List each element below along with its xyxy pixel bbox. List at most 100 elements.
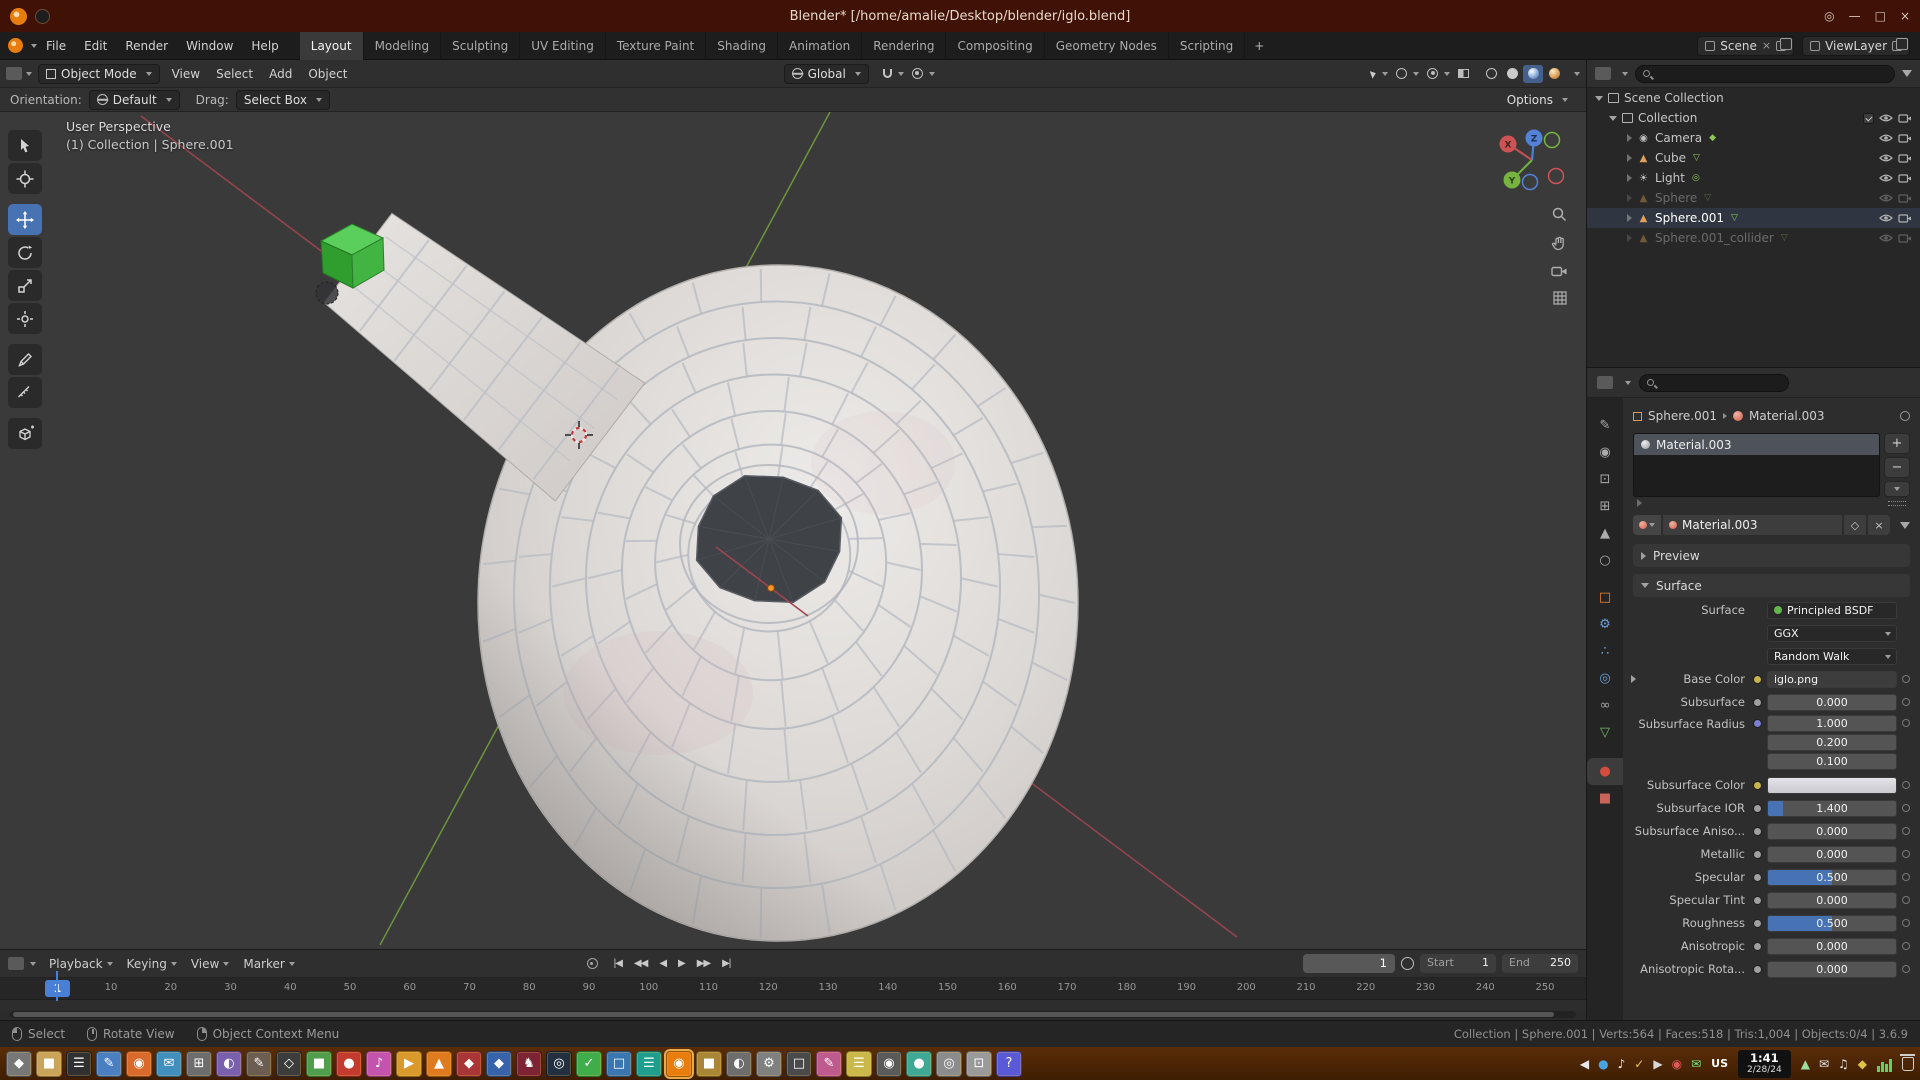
animate-dot[interactable] (1902, 919, 1910, 927)
tool-scale[interactable] (8, 270, 42, 301)
material-slot-list[interactable]: Material.003 (1633, 433, 1880, 497)
subsurface-color-swatch[interactable] (1767, 777, 1897, 794)
scrollbar-thumb[interactable] (13, 1012, 1554, 1017)
workspace-tab[interactable]: Sculpting (441, 32, 520, 60)
add-workspace-button[interactable]: + (1245, 39, 1273, 53)
tool-add-primitive[interactable] (8, 418, 42, 449)
end-frame-field[interactable]: End 250 (1502, 954, 1578, 973)
disable-in-renders-icon[interactable] (1898, 133, 1912, 143)
viewport-menu-item[interactable]: Add (261, 63, 300, 85)
properties-tab[interactable]: ∞ (1587, 692, 1623, 719)
disclosure-icon[interactable] (1627, 174, 1632, 182)
properties-tab[interactable]: □ (1587, 584, 1623, 611)
workspace-tab[interactable]: Geometry Nodes (1045, 32, 1169, 60)
trash-icon[interactable] (1902, 1057, 1914, 1071)
outliner-object-row[interactable]: ◉ Camera ◆ (1587, 128, 1920, 148)
disclosure-icon[interactable] (1627, 214, 1632, 222)
viewport-3d[interactable]: User Perspective (1) Collection | Sphere… (0, 112, 1586, 949)
breadcrumb-object[interactable]: Sphere.001 (1648, 409, 1717, 423)
workspace-tab[interactable]: Scripting (1169, 32, 1245, 60)
outliner-object-row[interactable]: ▲ Cube ▽ (1587, 148, 1920, 168)
transform-orientation-dropdown[interactable]: Global (784, 64, 869, 84)
remove-material-slot-button[interactable]: − (1884, 457, 1910, 478)
show-gizmo-toggle[interactable] (1392, 66, 1423, 81)
vector-component-field[interactable]: 0.200 (1767, 734, 1897, 751)
disclosure-icon[interactable] (1609, 116, 1617, 121)
taskbar-app-icon[interactable]: ⊞ (186, 1051, 212, 1077)
tray-icon[interactable]: ◆ (1858, 1057, 1867, 1071)
timeline-menu-item[interactable]: Keying (120, 954, 184, 974)
value-slider[interactable]: 0.000 (1767, 961, 1897, 978)
animate-dot[interactable] (1902, 675, 1910, 683)
workspace-tab[interactable]: Compositing (946, 32, 1044, 60)
tool-select-box[interactable] (8, 130, 42, 161)
outliner-object-row[interactable]: ▲ Sphere.001 ▽ (1587, 208, 1920, 228)
taskbar-app-icon[interactable]: ♞ (516, 1051, 542, 1077)
snap-toggle[interactable] (879, 67, 908, 80)
transport-button[interactable]: ▶| (717, 955, 735, 972)
value-slider[interactable]: 0.000 (1767, 846, 1897, 863)
tray-icon[interactable]: ◀ (1580, 1057, 1589, 1071)
tray-icon[interactable]: ✓ (1634, 1057, 1644, 1071)
animate-dot[interactable] (1902, 827, 1910, 835)
close-button[interactable]: × (1900, 7, 1910, 25)
material-slot-item[interactable]: Material.003 (1634, 434, 1879, 455)
timeline-ruler[interactable]: 1020304050607080901001101201301401501601… (0, 978, 1586, 1000)
properties-tab[interactable]: ∴ (1587, 638, 1623, 665)
editor-type-icon[interactable] (8, 957, 24, 970)
distribution-dropdown[interactable]: GGX (1767, 625, 1897, 642)
orientation-setting-dropdown[interactable]: Default (89, 90, 180, 110)
transport-button[interactable]: ▶ (673, 955, 690, 972)
base-color-texture-field[interactable]: iglo.png (1767, 671, 1897, 688)
navigation-gizmo[interactable]: X Y Z (1486, 114, 1578, 206)
editor-type-icon[interactable] (6, 67, 22, 80)
new-viewlayer-icon[interactable] (1892, 41, 1902, 51)
taskbar-app-icon[interactable]: ⊡ (966, 1051, 992, 1077)
xray-toggle[interactable] (1454, 67, 1473, 80)
viewport-menu-item[interactable]: Object (300, 63, 355, 85)
pan-hand-icon[interactable] (1551, 235, 1568, 252)
taskbar-app-icon[interactable]: ✎ (246, 1051, 272, 1077)
disclosure-icon[interactable] (1627, 194, 1632, 202)
animate-dot[interactable] (1902, 873, 1910, 881)
disclosure-icon[interactable] (1627, 234, 1632, 242)
shading-solid-button[interactable] (1502, 65, 1522, 83)
vector-component-field[interactable]: 1.000 (1767, 715, 1897, 732)
disable-in-renders-icon[interactable] (1898, 213, 1912, 223)
taskbar-app-icon[interactable]: ● (336, 1051, 362, 1077)
maximize-button[interactable]: □ (1875, 7, 1886, 25)
animate-dot[interactable] (1902, 896, 1910, 904)
disclosure-icon[interactable] (1627, 134, 1632, 142)
current-frame-field[interactable]: 1 (1303, 954, 1395, 973)
disable-in-renders-icon[interactable] (1898, 233, 1912, 243)
animate-dot[interactable] (1902, 719, 1910, 727)
timeline-menu-item[interactable]: Marker (236, 954, 301, 974)
properties-search-input[interactable] (1639, 374, 1789, 392)
taskbar-app-icon[interactable]: ✎ (816, 1051, 842, 1077)
disable-in-renders-icon[interactable] (1898, 193, 1912, 203)
taskbar-app-icon[interactable]: ◆ (486, 1051, 512, 1077)
filter-icon[interactable] (1900, 522, 1910, 529)
menu-item[interactable]: Window (177, 35, 242, 57)
properties-tab[interactable]: ◎ (1587, 665, 1623, 692)
value-slider[interactable]: 1.400 (1767, 800, 1897, 817)
surface-shader-field[interactable]: Principled BSDF (1767, 602, 1897, 619)
outliner-object-row[interactable]: ▲ Sphere ▽ (1587, 188, 1920, 208)
properties-tab[interactable]: ▽ (1587, 719, 1623, 746)
tool-move[interactable] (8, 204, 42, 235)
unlink-material-button[interactable]: × (1868, 515, 1890, 535)
value-slider[interactable]: 0.000 (1767, 892, 1897, 909)
window-menu-icon[interactable] (35, 9, 50, 24)
taskbar-app-icon[interactable]: ▲ (426, 1051, 452, 1077)
unlink-scene-icon[interactable]: × (1762, 39, 1771, 52)
taskbar-app-icon[interactable]: ■ (696, 1051, 722, 1077)
properties-tab[interactable]: ○ (1587, 547, 1623, 574)
new-scene-icon[interactable] (1776, 41, 1786, 51)
viewport-menu-item[interactable]: Select (208, 63, 261, 85)
start-frame-field[interactable]: Start 1 (1420, 954, 1496, 973)
hide-in-viewport-icon[interactable] (1879, 213, 1893, 223)
outliner-search-input[interactable] (1635, 65, 1895, 83)
disable-in-renders-icon[interactable] (1898, 113, 1912, 123)
toggle-grid-icon[interactable] (1552, 290, 1568, 306)
disclosure-icon[interactable] (1595, 96, 1603, 101)
